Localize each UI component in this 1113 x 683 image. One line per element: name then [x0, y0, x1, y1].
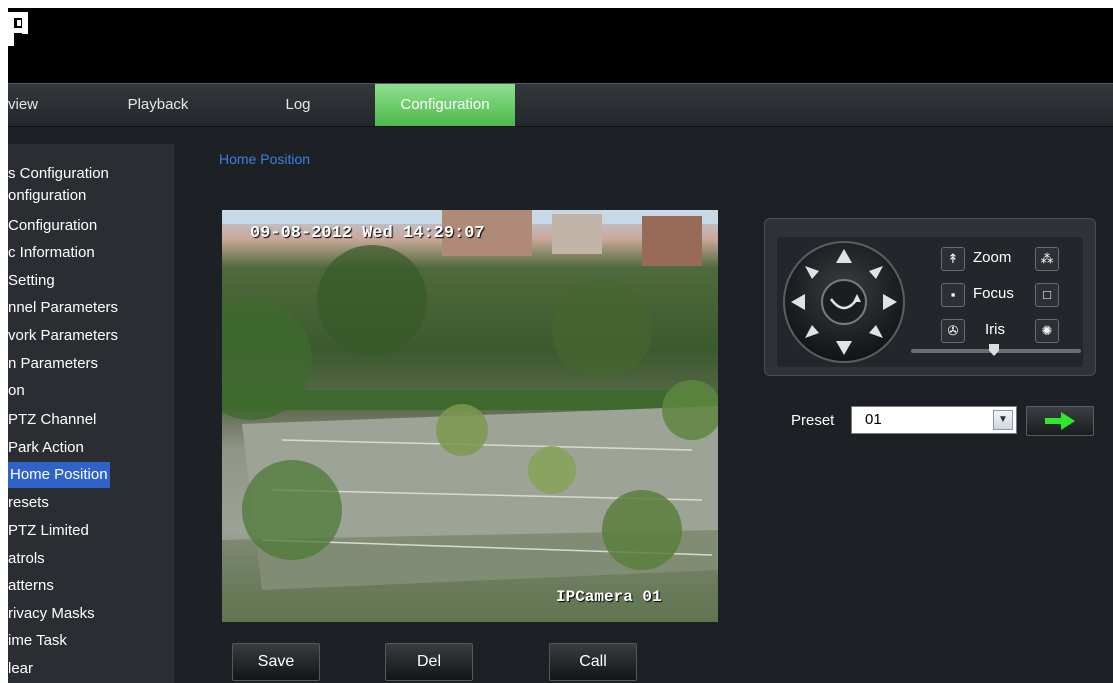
app-window: view Playback Log Configuration s Config…: [8, 8, 1113, 683]
focus-far-icon[interactable]: □: [1035, 283, 1059, 307]
camera-scene: [222, 210, 718, 622]
main-nav: view Playback Log Configuration: [8, 83, 1113, 127]
sidebar-item-network-parameters[interactable]: vork Parameters: [8, 323, 118, 349]
sidebar-item-time-task[interactable]: ime Task: [8, 628, 67, 654]
go-to-preset-button[interactable]: [1026, 406, 1094, 436]
preset-label: Preset: [791, 412, 835, 429]
delete-button[interactable]: Del: [385, 643, 473, 681]
sidebar-item-patrols[interactable]: atrols: [8, 546, 45, 572]
sidebar-item-patterns[interactable]: atterns: [8, 573, 54, 599]
chevron-down-icon[interactable]: ▼: [993, 410, 1013, 430]
iris-close-icon[interactable]: ✺: [1035, 319, 1059, 343]
focus-near-icon[interactable]: ▪: [941, 283, 965, 307]
iris-label: Iris: [985, 321, 1005, 338]
zoom-label: Zoom: [973, 249, 1012, 266]
tab-live-view[interactable]: view: [8, 84, 70, 126]
sidebar-item-ptz-limited[interactable]: PTZ Limited: [8, 518, 89, 544]
sidebar-item-clear[interactable]: lear: [8, 656, 33, 682]
tab-playback[interactable]: Playback: [108, 84, 208, 126]
sidebar-item-park-action[interactable]: Park Action: [8, 435, 84, 461]
sidebar-item-setting[interactable]: Setting: [8, 268, 55, 294]
logo: [8, 12, 30, 46]
camera-name-overlay: IPCamera 01: [556, 588, 662, 606]
sidebar: s Configuration onfiguration Configurati…: [8, 144, 174, 683]
ptz-direction-pad[interactable]: [781, 239, 907, 365]
sidebar-item-basic-information[interactable]: c Information: [8, 240, 95, 266]
focus-label: Focus: [973, 285, 1014, 302]
arrow-right-icon: [1045, 412, 1075, 430]
sidebar-item-ptz-section[interactable]: on: [8, 378, 25, 404]
sidebar-item-channel-parameters[interactable]: nnel Parameters: [8, 295, 118, 321]
live-video-view[interactable]: 09-08-2012 Wed 14:29:07 IPCamera 01: [222, 210, 718, 622]
preset-select[interactable]: 01 ▼: [851, 406, 1017, 434]
save-button[interactable]: Save: [232, 643, 320, 681]
header: [8, 8, 1113, 83]
iris-open-icon[interactable]: ✇: [941, 319, 965, 343]
sidebar-item-home-position[interactable]: Home Position: [8, 462, 110, 488]
sidebar-item-ptz-configuration[interactable]: Configuration: [8, 213, 97, 239]
sidebar-item-alarm-parameters[interactable]: n Parameters: [8, 351, 98, 377]
sidebar-item-configuration[interactable]: onfiguration: [8, 183, 86, 209]
call-button[interactable]: Call: [549, 643, 637, 681]
zoom-out-icon[interactable]: ⁂: [1035, 247, 1059, 271]
ptz-speed-slider-thumb[interactable]: [989, 344, 999, 356]
preset-select-value: 01: [865, 411, 882, 428]
tab-log[interactable]: Log: [248, 84, 348, 126]
video-timestamp: 09-08-2012 Wed 14:29:07: [250, 224, 485, 243]
sidebar-item-privacy-masks[interactable]: rivacy Masks: [8, 601, 95, 627]
sidebar-item-presets[interactable]: resets: [8, 490, 49, 516]
zoom-in-icon[interactable]: ↟: [941, 247, 965, 271]
sidebar-item-ptz-channel[interactable]: PTZ Channel: [8, 407, 96, 433]
tab-configuration[interactable]: Configuration: [375, 84, 515, 126]
ptz-inner-panel: ↟ Zoom ⁂ ▪ Focus □ ✇ Iris ✺: [777, 237, 1083, 367]
ptz-control-panel: ↟ Zoom ⁂ ▪ Focus □ ✇ Iris ✺: [764, 218, 1096, 376]
page-title: Home Position: [219, 151, 311, 167]
